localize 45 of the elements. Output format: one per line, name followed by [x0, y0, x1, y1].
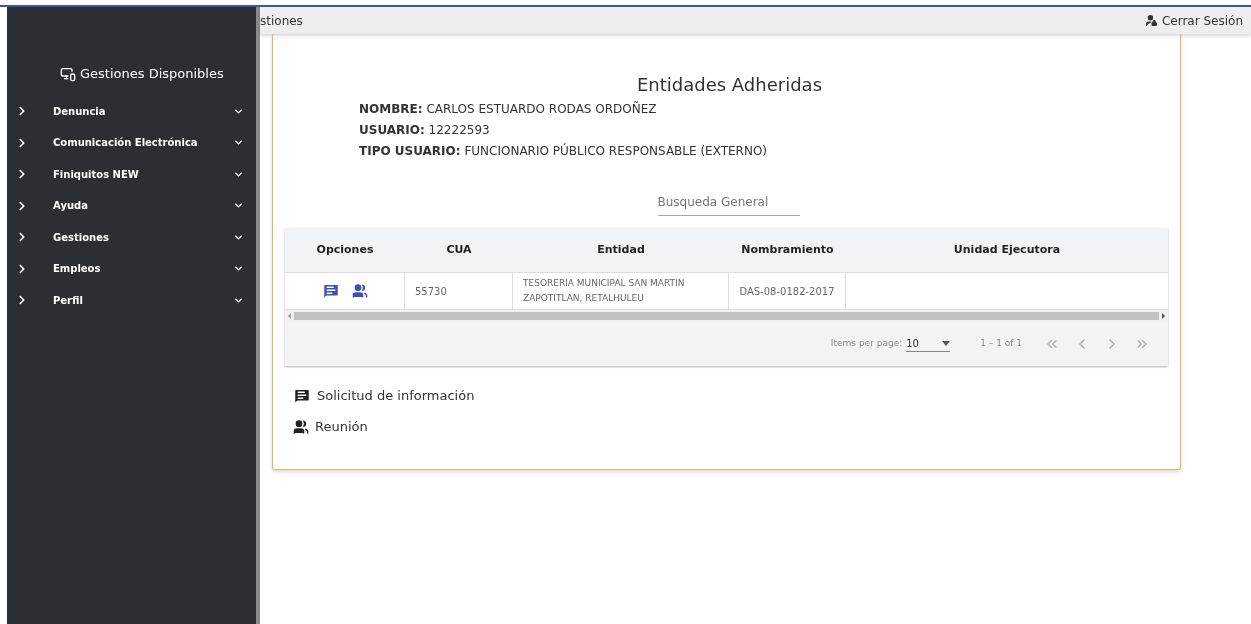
sidebar-item-label: Denuncia [53, 104, 107, 119]
people-icon [351, 283, 368, 299]
message-icon [321, 282, 340, 300]
sidebar-item-label: Perfil [53, 293, 84, 308]
sidebar-item[interactable]: Empleos [7, 253, 256, 285]
column-header: Entidad [596, 241, 646, 258]
page-size-select[interactable]: 10 [906, 336, 951, 352]
info-line: USUARIO: 12222593 [359, 122, 491, 139]
page-title: stiones [260, 12, 303, 30]
column-header: Nombramiento [740, 241, 835, 258]
info-line: TIPO USUARIO: FUNCIONARIO PÚBLICO RESPONSABLE (EXTERNO) [359, 142, 769, 160]
legend-label: Reunión [315, 418, 368, 437]
message-icon [293, 387, 311, 405]
items-per-page-label: Items per page: [830, 337, 903, 351]
sidebar-item-label: Comunicación Electrónica [53, 136, 199, 151]
sidebar-item-label: Empleos [53, 262, 102, 277]
sidebar-item[interactable]: Finiquitos NEW [7, 158, 256, 190]
sidebar-item[interactable]: Gestiones [7, 221, 256, 253]
table-cell: TESORERIA MUNICIPAL SAN MARTIN ZAPOTITLAN, RETALHULEU [513, 273, 729, 309]
scroll-right-icon[interactable] [1162, 313, 1165, 319]
devices-icon [60, 65, 76, 82]
table-cell: 55730 [405, 273, 513, 309]
sidebar-item-label: Finiquitos NEW [53, 167, 140, 182]
info-line: NOMBRE: CARLOS ESTUARDO RODAS ORDOÑEZ [359, 100, 658, 118]
column-header: Unidad Ejecutora [952, 241, 1062, 258]
people-icon [293, 419, 309, 435]
scroll-left-icon[interactable] [288, 313, 291, 319]
scrollbar-thumb[interactable] [294, 312, 1159, 320]
card-title: Entidades Adheridas [635, 73, 823, 97]
user-lock-icon [1144, 14, 1158, 27]
sidebar-item-label: Gestiones [53, 230, 110, 245]
table-cell: DAS-08-0182-2017 [729, 273, 846, 309]
sidebar-item-label: Ayuda [53, 199, 89, 214]
logout-button[interactable]: Cerrar Sesión [1144, 11, 1243, 30]
search-field[interactable]: Busqueda General [657, 193, 800, 216]
sidebar-item[interactable]: Perfil [7, 284, 256, 316]
sidebar-item[interactable]: Denuncia [7, 95, 256, 127]
sidebar-item[interactable]: Ayuda [7, 190, 256, 222]
legend-label: Solicitud de información [317, 387, 475, 406]
column-header: Opciones [315, 241, 375, 258]
column-header: CUA [445, 241, 473, 258]
sidebar-title: Gestiones Disponibles [80, 65, 224, 83]
dropdown-icon [942, 341, 951, 346]
sidebar-item[interactable]: Comunicación Electrónica [7, 127, 256, 159]
range-label: 1 – 1 of 1 [980, 337, 1022, 351]
